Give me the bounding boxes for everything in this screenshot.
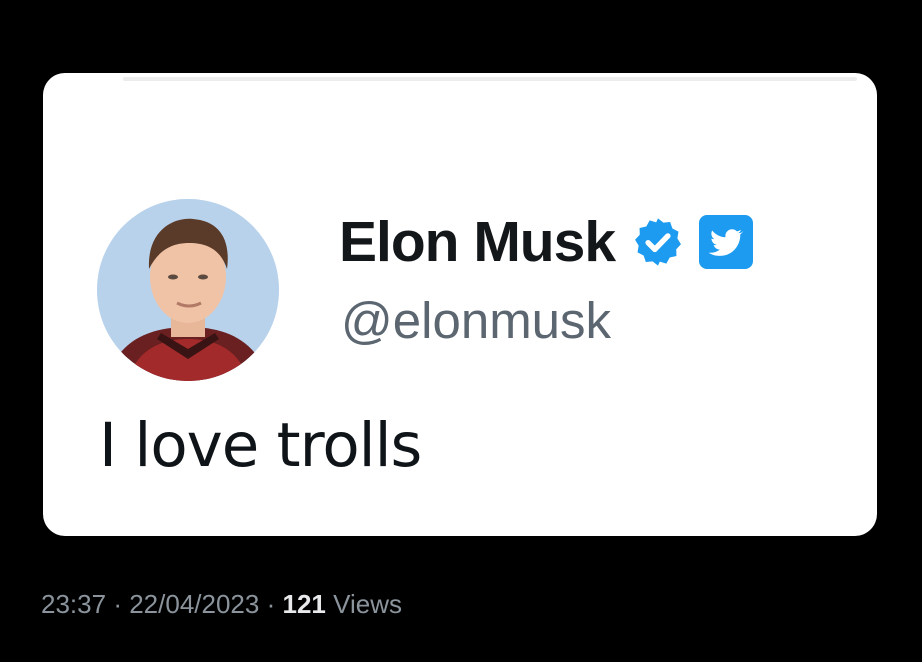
avatar-image [97,199,279,381]
meta-separator: · [266,589,276,619]
tweet-date[interactable]: 22/04/2023 [129,589,259,619]
author-name-row: Elon Musk [339,207,754,277]
views-count: 121 [282,589,326,619]
screenshot-screen: Elon Musk @elonmusk I love trolls 23:37 … [0,0,922,662]
twitter-bird-icon [699,215,754,269]
tweet-card[interactable]: Elon Musk @elonmusk I love trolls [43,73,877,536]
author-display-name[interactable]: Elon Musk [339,213,616,271]
verified-badge-icon [631,215,685,269]
meta-separator: · [113,589,122,619]
avatar[interactable] [97,199,279,381]
views-label: Views [333,589,403,619]
tweet-meta: 23:37 · 22/04/2023 · 121 Views [41,591,402,617]
card-top-divider [123,77,857,81]
tweet-time[interactable]: 23:37 [41,589,106,619]
author-handle[interactable]: @elonmusk [341,295,611,346]
tweet-text: I love trolls [99,410,422,481]
